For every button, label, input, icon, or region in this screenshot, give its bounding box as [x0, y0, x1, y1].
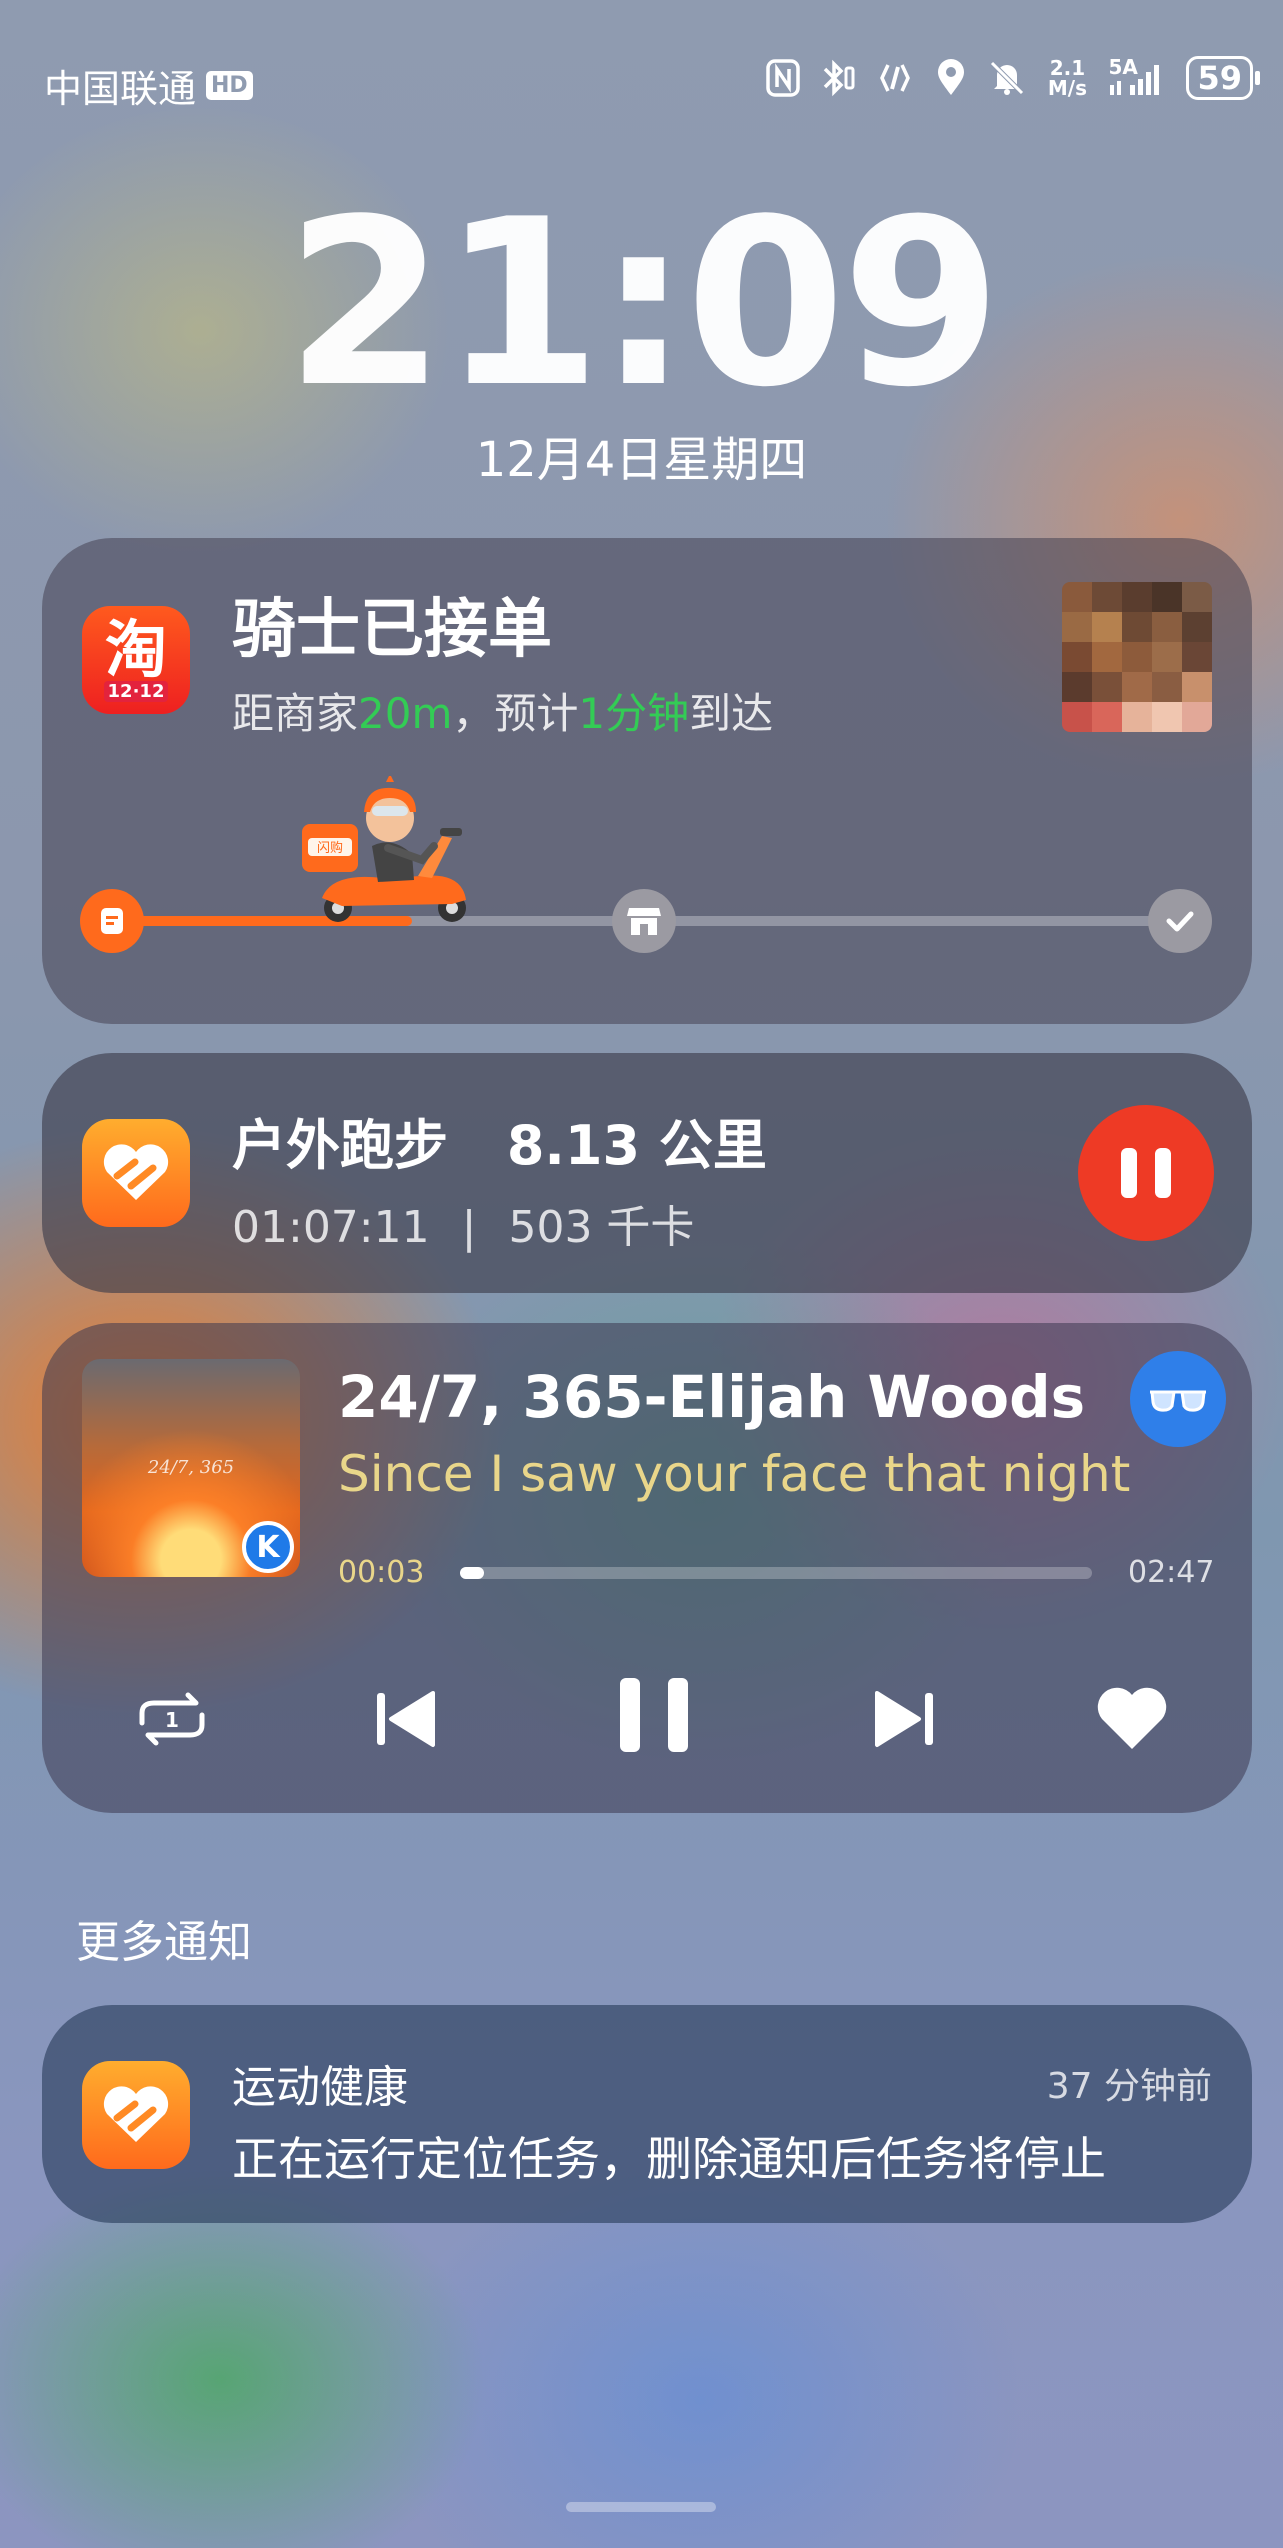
bluetooth-icon	[820, 59, 858, 97]
notification-app-name: 运动健康	[232, 2062, 408, 2113]
song-title: 24/7, 365-Elijah Woods	[338, 1363, 1086, 1431]
mute-icon	[988, 59, 1026, 97]
delivered-check-node	[1148, 889, 1212, 953]
health-notification[interactable]: 运动健康 37 分钟前 正在运行定位任务，删除通知后任务将停止	[42, 2005, 1252, 2223]
more-notifications-label: 更多通知	[76, 1917, 252, 1968]
battery-indicator: 59	[1186, 56, 1260, 100]
svg-text:1: 1	[165, 1708, 179, 1732]
total-time: 02:47	[1128, 1555, 1215, 1590]
carrier-name: 中国联通	[44, 67, 197, 111]
lyrics-glasses-button[interactable]	[1130, 1351, 1226, 1447]
order-placed-node	[80, 889, 144, 953]
network-speed: 2.1 M/s	[1047, 56, 1088, 100]
taobao-app-icon: 淘 12·12	[82, 606, 190, 714]
notification-body: 正在运行定位任务，删除通知后任务将停止	[232, 2132, 1106, 2186]
workout-distance: 8.13 公里	[506, 1114, 767, 1177]
delivery-rider-scooter-icon: 闪购	[302, 774, 472, 926]
scooter-box-label: 闪购	[317, 840, 343, 856]
music-seek-bar[interactable]	[460, 1567, 1092, 1579]
workout-title-row: 户外跑步 8.13 公里	[232, 1101, 767, 1180]
music-seek-fill	[460, 1567, 484, 1579]
delivery-live-card[interactable]: 淘 12·12 骑士已接单 距商家20m，预计1分钟到达 闪购	[42, 538, 1252, 1024]
next-track-button[interactable]	[854, 1669, 954, 1769]
nfc-icon	[764, 59, 802, 97]
current-lyric: Since I saw your face that night	[338, 1445, 1131, 1503]
status-bar-carrier: 中国联通 HD	[44, 58, 253, 113]
workout-stats-row: 01:07:11 | 503 千卡	[232, 1202, 695, 1253]
repeat-one-icon: 1	[139, 1692, 205, 1746]
notification-time: 37 分钟前	[1046, 2066, 1212, 2107]
music-player-card[interactable]: 24/7, 365 K 24/7, 365-Elijah Woods Since…	[42, 1323, 1252, 1813]
health-app-icon	[82, 1119, 190, 1227]
vibrate-icon	[876, 59, 914, 97]
workout-calories: 503 千卡	[508, 1202, 695, 1253]
health-app-icon	[82, 2061, 190, 2169]
workout-live-card[interactable]: 户外跑步 8.13 公里 01:07:11 | 503 千卡	[42, 1053, 1252, 1293]
play-pause-button[interactable]	[604, 1665, 704, 1765]
location-icon	[932, 59, 970, 97]
lock-clock: 21:09	[285, 171, 1001, 438]
delivery-distance: 20m	[358, 689, 453, 738]
heart-icon	[1097, 1687, 1167, 1749]
delivery-eta: 1分钟	[578, 689, 690, 738]
repeat-one-button[interactable]: 1	[122, 1669, 222, 1769]
previous-icon	[377, 1691, 435, 1747]
delivery-subtitle: 距商家20m，预计1分钟到达	[232, 689, 774, 738]
status-bar-icons: 2.1 M/s 5A 59	[764, 55, 1260, 100]
elapsed-time: 00:03	[338, 1555, 425, 1590]
pause-icon	[1121, 1148, 1171, 1198]
home-indicator[interactable]	[566, 2502, 716, 2512]
next-icon	[875, 1691, 933, 1747]
glasses-icon	[1150, 1390, 1206, 1412]
like-button[interactable]	[1082, 1669, 1182, 1769]
lock-date: 12月4日星期四	[475, 432, 808, 488]
delivery-title: 骑士已接单	[232, 593, 552, 667]
workout-type: 户外跑步	[232, 1114, 448, 1177]
workout-duration: 01:07:11	[232, 1202, 430, 1253]
hd-badge: HD	[206, 71, 253, 100]
merchant-store-node	[612, 889, 676, 953]
kugou-badge-icon: K	[242, 1521, 294, 1573]
previous-track-button[interactable]	[356, 1669, 456, 1769]
pause-icon	[620, 1678, 688, 1752]
album-art-text: 24/7, 365	[147, 1457, 235, 1478]
signal-icon: 5A	[1108, 55, 1168, 97]
merchant-avatar	[1062, 582, 1212, 732]
workout-pause-button[interactable]	[1078, 1105, 1214, 1241]
